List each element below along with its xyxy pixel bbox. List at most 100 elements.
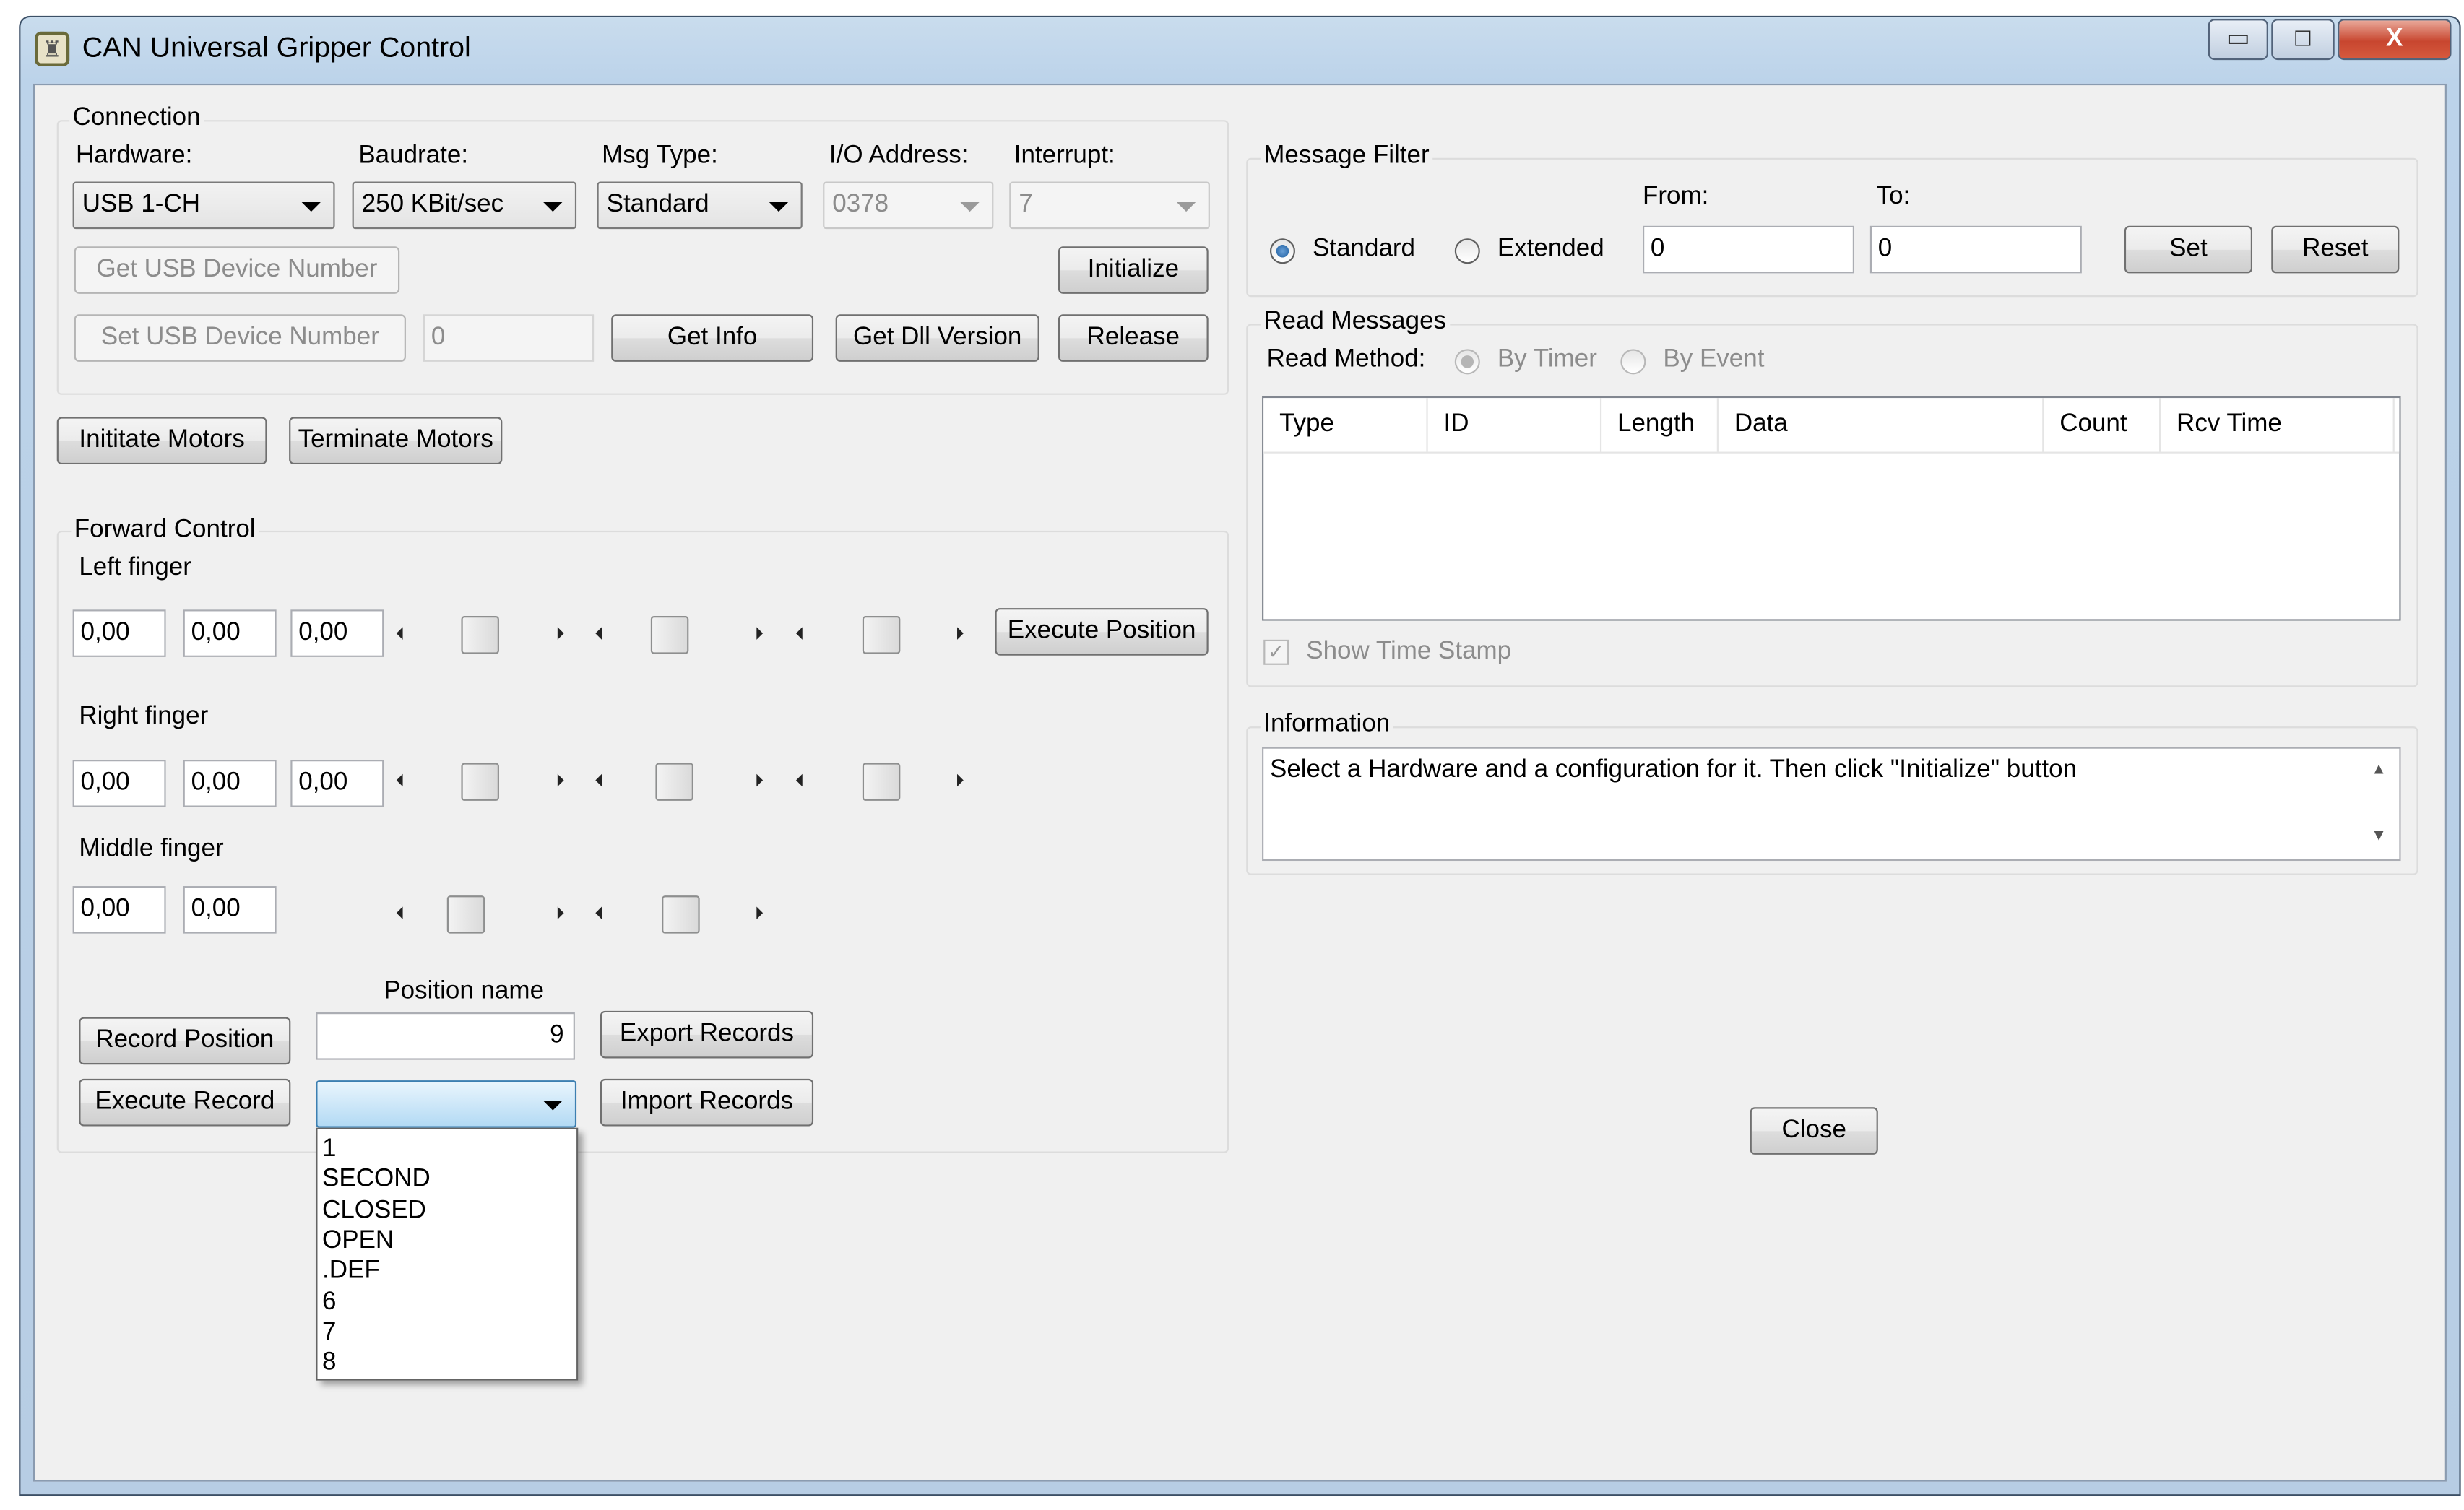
- middle-finger-input-2[interactable]: 0,00: [183, 886, 277, 934]
- by-event-label[interactable]: By Event: [1663, 346, 1764, 374]
- baudrate-select[interactable]: 250 KBit/sec: [352, 181, 577, 230]
- arrow-right-icon[interactable]: [957, 627, 964, 640]
- hardware-select[interactable]: USB 1-CH: [72, 181, 335, 230]
- extended-radio[interactable]: [1454, 238, 1480, 264]
- slider-thumb[interactable]: [662, 895, 700, 934]
- arrow-right-icon[interactable]: [756, 773, 764, 787]
- close-window-button[interactable]: X: [2338, 19, 2452, 61]
- dropdown-option[interactable]: .DEF: [322, 1256, 380, 1286]
- dropdown-option[interactable]: 7: [322, 1317, 336, 1348]
- initiate-motors-button[interactable]: Inititate Motors: [56, 417, 267, 465]
- arrow-left-icon[interactable]: [595, 627, 602, 640]
- slider-thumb[interactable]: [461, 616, 499, 654]
- left-finger-input-3[interactable]: 0,00: [290, 609, 384, 657]
- left-finger-input-1[interactable]: 0,00: [72, 609, 166, 657]
- column-header-data[interactable]: Data: [1719, 398, 2044, 452]
- right-finger-slider-3[interactable]: [787, 760, 973, 801]
- scroll-up-icon[interactable]: ▲: [2371, 761, 2387, 778]
- interrupt-select[interactable]: 7: [1009, 181, 1210, 230]
- arrow-right-icon[interactable]: [957, 773, 964, 787]
- msg-type-label: Msg Type:: [602, 142, 718, 170]
- release-button[interactable]: Release: [1058, 314, 1209, 362]
- record-select[interactable]: [316, 1080, 577, 1128]
- scroll-down-icon[interactable]: ▼: [2371, 828, 2387, 845]
- arrow-right-icon[interactable]: [756, 627, 764, 640]
- dropdown-option[interactable]: OPEN: [322, 1225, 394, 1256]
- information-textbox[interactable]: Select a Hardware and a configuration fo…: [1262, 747, 2401, 862]
- right-finger-slider-1[interactable]: [387, 760, 574, 801]
- execute-position-button[interactable]: Execute Position: [995, 608, 1209, 656]
- dropdown-option[interactable]: SECOND: [322, 1164, 431, 1194]
- left-finger-input-2[interactable]: 0,00: [183, 609, 277, 657]
- arrow-left-icon[interactable]: [396, 906, 403, 919]
- column-header-id[interactable]: ID: [1428, 398, 1602, 452]
- show-timestamp-checkbox[interactable]: ✓: [1263, 639, 1289, 665]
- slider-thumb[interactable]: [862, 616, 901, 654]
- slider-thumb[interactable]: [655, 763, 693, 801]
- by-event-radio[interactable]: [1620, 349, 1646, 375]
- filter-to-input[interactable]: 0: [1869, 225, 2082, 274]
- by-timer-label[interactable]: By Timer: [1497, 346, 1597, 374]
- arrow-left-icon[interactable]: [595, 773, 602, 787]
- slider-thumb[interactable]: [650, 616, 689, 654]
- get-dll-version-button[interactable]: Get Dll Version: [835, 314, 1039, 362]
- usb-device-number-input[interactable]: 0: [423, 314, 595, 362]
- arrow-right-icon[interactable]: [557, 627, 564, 640]
- position-name-input[interactable]: 9: [316, 1012, 575, 1060]
- arrow-right-icon[interactable]: [756, 906, 764, 919]
- by-timer-radio[interactable]: [1454, 349, 1480, 375]
- maximize-button[interactable]: □: [2271, 19, 2335, 61]
- set-filter-button[interactable]: Set: [2124, 225, 2253, 274]
- slider-thumb[interactable]: [446, 895, 485, 934]
- messages-list-view[interactable]: Type ID Length Data Count Rcv Time: [1262, 396, 2401, 621]
- arrow-left-icon[interactable]: [796, 773, 803, 787]
- standard-radio[interactable]: [1269, 238, 1295, 264]
- execute-record-button[interactable]: Execute Record: [79, 1078, 291, 1127]
- left-finger-slider-1[interactable]: [387, 613, 574, 654]
- right-finger-slider-2[interactable]: [586, 760, 772, 801]
- left-finger-slider-3[interactable]: [787, 613, 973, 654]
- interrupt-label: Interrupt:: [1013, 142, 1115, 170]
- msg-type-select[interactable]: Standard: [597, 181, 803, 230]
- middle-finger-input-1[interactable]: 0,00: [72, 886, 166, 934]
- reset-filter-button[interactable]: Reset: [2271, 225, 2400, 274]
- export-records-button[interactable]: Export Records: [600, 1010, 814, 1059]
- column-header-rcv-time[interactable]: Rcv Time: [2161, 398, 2395, 452]
- set-usb-device-number-button[interactable]: Set USB Device Number: [74, 314, 406, 362]
- filter-from-input[interactable]: 0: [1643, 225, 1854, 274]
- arrow-right-icon[interactable]: [557, 773, 564, 787]
- slider-thumb[interactable]: [461, 763, 499, 801]
- record-position-button[interactable]: Record Position: [79, 1017, 291, 1065]
- slider-thumb[interactable]: [862, 763, 901, 801]
- column-header-length[interactable]: Length: [1601, 398, 1719, 452]
- get-info-button[interactable]: Get Info: [611, 314, 814, 362]
- standard-label[interactable]: Standard: [1313, 235, 1415, 264]
- arrow-left-icon[interactable]: [396, 773, 403, 787]
- close-button[interactable]: Close: [1750, 1107, 1878, 1155]
- left-finger-slider-2[interactable]: [586, 613, 772, 654]
- minimize-button[interactable]: ▭: [2208, 19, 2268, 61]
- show-timestamp-label[interactable]: Show Time Stamp: [1306, 638, 1511, 667]
- initialize-button[interactable]: Initialize: [1058, 246, 1209, 294]
- extended-label[interactable]: Extended: [1497, 235, 1604, 264]
- middle-finger-slider-2[interactable]: [586, 893, 772, 934]
- dropdown-option[interactable]: 1: [322, 1134, 336, 1164]
- right-finger-input-3[interactable]: 0,00: [290, 760, 384, 807]
- import-records-button[interactable]: Import Records: [600, 1078, 814, 1127]
- dropdown-option[interactable]: 8: [322, 1348, 336, 1378]
- get-usb-device-number-button[interactable]: Get USB Device Number: [74, 246, 400, 294]
- record-dropdown-list[interactable]: 1 SECOND CLOSED OPEN .DEF 6 7 8: [316, 1127, 579, 1381]
- terminate-motors-button[interactable]: Terminate Motors: [289, 417, 503, 465]
- column-header-count[interactable]: Count: [2044, 398, 2161, 452]
- arrow-left-icon[interactable]: [396, 627, 403, 640]
- dropdown-option[interactable]: CLOSED: [322, 1196, 426, 1226]
- dropdown-option[interactable]: 6: [322, 1288, 336, 1318]
- arrow-right-icon[interactable]: [557, 906, 564, 919]
- right-finger-input-2[interactable]: 0,00: [183, 760, 277, 807]
- right-finger-input-1[interactable]: 0,00: [72, 760, 166, 807]
- io-address-select[interactable]: 0378: [823, 181, 994, 230]
- column-header-type[interactable]: Type: [1263, 398, 1428, 452]
- arrow-left-icon[interactable]: [796, 627, 803, 640]
- middle-finger-slider-1[interactable]: [387, 893, 574, 934]
- arrow-left-icon[interactable]: [595, 906, 602, 919]
